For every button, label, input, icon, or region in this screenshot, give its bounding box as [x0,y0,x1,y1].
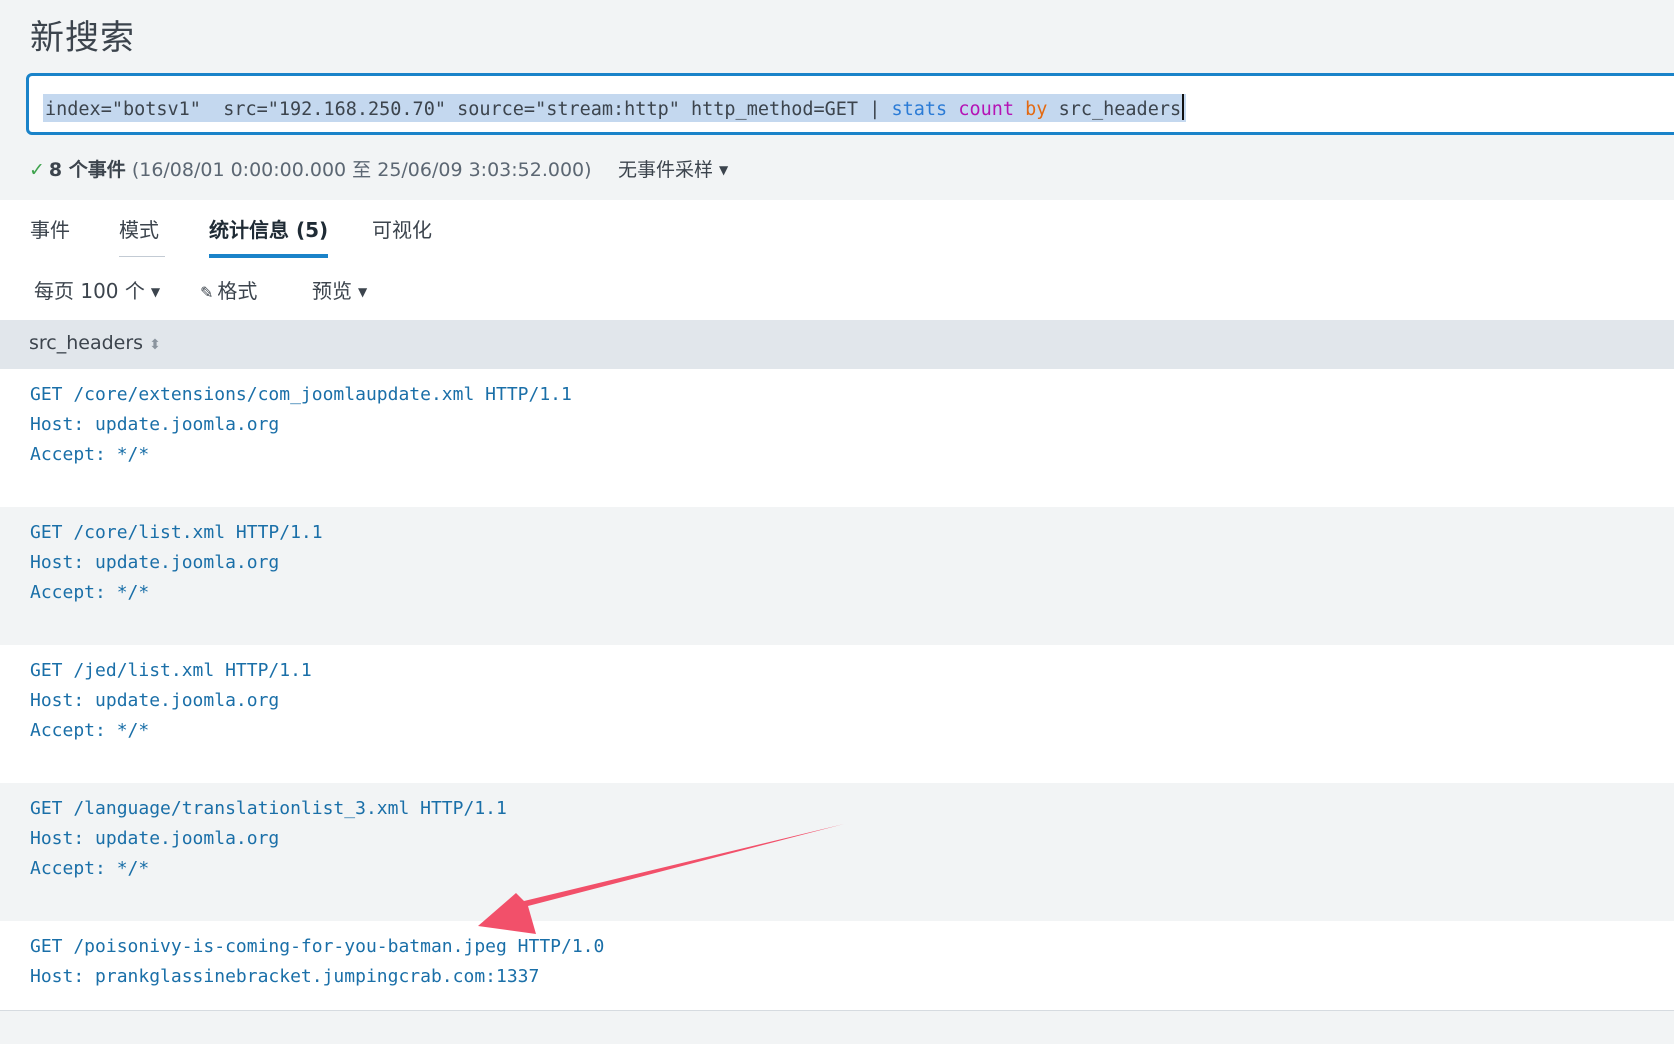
annotation-arrow-shape [478,824,844,934]
annotation-arrow [478,824,844,934]
